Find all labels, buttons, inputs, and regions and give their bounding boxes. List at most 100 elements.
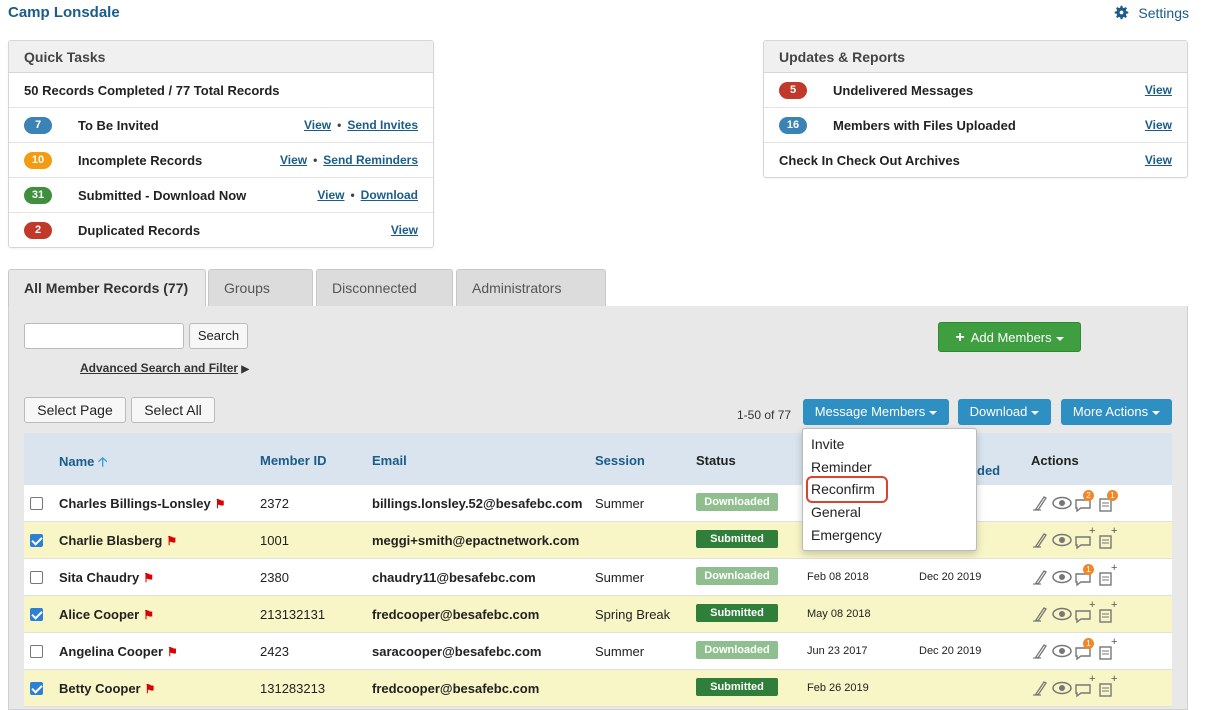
member-name[interactable]: Charles Billings-Lonsley <box>59 496 211 511</box>
view-link[interactable]: View <box>280 153 307 167</box>
download-label[interactable]: Download <box>970 404 1028 419</box>
send-reminders-link[interactable]: Send Reminders <box>323 153 418 167</box>
edit-icon[interactable] <box>1032 494 1050 515</box>
note-icon[interactable]: + <box>1098 562 1118 590</box>
caret-down-icon <box>929 410 938 415</box>
col-status-header[interactable]: Status <box>696 453 736 468</box>
table-row[interactable]: Alice Cooper ⚑ 213132131 fredcooper@besafeb… <box>24 596 1172 633</box>
row-checkbox[interactable] <box>30 645 43 658</box>
edit-icon[interactable] <box>1032 605 1050 626</box>
note-icon[interactable]: + <box>1098 636 1118 664</box>
row-checkbox[interactable] <box>30 608 43 621</box>
message-members-button[interactable]: Message Members <box>803 399 949 425</box>
edit-icon[interactable] <box>1032 531 1050 552</box>
member-name-cell[interactable]: Sita Chaudry ⚑ <box>59 570 154 585</box>
table-row[interactable]: Angelina Cooper ⚑ 2423 saracooper@besafebc.… <box>24 633 1172 670</box>
table-row[interactable]: Charlie Blasberg ⚑ 1001 meggi+smith@epactne… <box>24 522 1172 559</box>
eye-icon[interactable] <box>1052 605 1072 626</box>
search-input[interactable] <box>24 323 184 349</box>
note-icon[interactable]: + <box>1098 599 1118 627</box>
message-icon[interactable]: + <box>1074 599 1096 627</box>
member-email: chaudry11@besafebc.com <box>372 570 536 585</box>
menu-item-reconfirm[interactable]: Reconfirm <box>811 481 875 497</box>
status-badge: Downloaded <box>696 493 778 511</box>
table-row[interactable]: Sita Chaudry ⚑ 2380 chaudry11@besafebc.com S… <box>24 559 1172 596</box>
member-name-cell[interactable]: Charlie Blasberg ⚑ <box>59 533 177 548</box>
member-name-cell[interactable]: Charles Billings-Lonsley ⚑ <box>59 496 225 511</box>
menu-item-emergency[interactable]: Emergency <box>811 527 882 543</box>
eye-icon[interactable] <box>1052 568 1072 589</box>
col-name-header[interactable]: Name 🡡 <box>59 453 107 475</box>
view-link[interactable]: View <box>1145 118 1172 132</box>
member-name[interactable]: Sita Chaudry <box>59 570 139 585</box>
tab-groups[interactable]: Groups (15) <box>208 269 313 333</box>
note-icon[interactable]: + <box>1098 673 1118 701</box>
eye-icon[interactable] <box>1052 494 1072 515</box>
tab-administrators[interactable]: Administrators (19) <box>456 269 606 333</box>
view-link[interactable]: View <box>1145 83 1172 97</box>
eye-icon[interactable] <box>1052 531 1072 552</box>
view-link[interactable]: View <box>304 118 331 132</box>
search-button[interactable]: Search <box>189 323 248 349</box>
menu-item-general[interactable]: General <box>811 504 861 520</box>
note-icon[interactable]: 1 <box>1098 490 1118 516</box>
table-row[interactable]: Betty Cooper ⚑ 131283213 fredcooper@besafeb… <box>24 670 1172 707</box>
tab-disconnected[interactable]: Disconnected (5) <box>316 269 453 333</box>
col-email-header[interactable]: Email <box>372 453 407 468</box>
member-name-cell[interactable]: Angelina Cooper ⚑ <box>59 644 178 659</box>
add-members-button[interactable]: + Add Members <box>938 322 1081 352</box>
download-button[interactable]: Download <box>958 399 1051 425</box>
row-actions: + + <box>1032 599 1118 627</box>
menu-item-reminder[interactable]: Reminder <box>811 459 872 475</box>
message-icon[interactable]: + <box>1074 673 1096 701</box>
message-icon[interactable]: 1 <box>1074 564 1096 590</box>
more-actions-button[interactable]: More Actions <box>1061 399 1172 425</box>
add-members-label[interactable]: Add Members <box>971 330 1052 345</box>
col-partial-header[interactable]: ded <box>977 463 1000 478</box>
view-link[interactable]: View <box>1145 153 1172 167</box>
flag-icon: ⚑ <box>166 534 178 548</box>
select-page-button[interactable]: Select Page <box>24 397 126 423</box>
quick-tasks-panel: Quick Tasks 50 Records Completed / 77 To… <box>8 40 434 248</box>
download-link[interactable]: Download <box>361 188 418 202</box>
row-checkbox[interactable] <box>30 534 43 547</box>
view-link[interactable]: View <box>317 188 344 202</box>
view-link[interactable]: View <box>391 223 418 237</box>
col-name-label[interactable]: Name <box>59 454 94 469</box>
settings-label[interactable]: Settings <box>1138 5 1189 21</box>
edit-icon[interactable] <box>1032 568 1050 589</box>
message-members-label[interactable]: Message Members <box>815 404 926 419</box>
member-name-cell[interactable]: Betty Cooper ⚑ <box>59 681 155 696</box>
plus-icon: + <box>1111 673 1118 685</box>
eye-icon[interactable] <box>1052 642 1072 663</box>
advanced-search-link[interactable]: Advanced Search and Filter ▶ <box>80 361 249 375</box>
row-checkbox[interactable] <box>30 497 43 510</box>
message-icon[interactable]: 2 <box>1074 490 1096 516</box>
settings-link[interactable]: Settings <box>1113 4 1189 21</box>
message-icon[interactable]: 1 <box>1074 638 1096 664</box>
row-checkbox[interactable] <box>30 571 43 584</box>
col-session-header[interactable]: Session <box>595 453 645 468</box>
member-name[interactable]: Charlie Blasberg <box>59 533 162 548</box>
row-actions: 21 <box>1032 490 1118 516</box>
tab-all-member-records[interactable]: All Member Records (77) <box>8 269 206 307</box>
member-name-cell[interactable]: Alice Cooper ⚑ <box>59 607 154 622</box>
member-name[interactable]: Alice Cooper <box>59 607 139 622</box>
edit-icon[interactable] <box>1032 679 1050 700</box>
member-name[interactable]: Betty Cooper <box>59 681 141 696</box>
eye-icon[interactable] <box>1052 679 1072 700</box>
advanced-search-label[interactable]: Advanced Search and Filter <box>80 361 238 375</box>
row-actions: + + <box>1032 673 1118 701</box>
send-invites-link[interactable]: Send Invites <box>347 118 418 132</box>
table-row[interactable]: Charles Billings-Lonsley ⚑ 2372 billings.lo… <box>24 485 1172 522</box>
select-all-button[interactable]: Select All <box>131 397 215 423</box>
message-icon[interactable]: + <box>1074 525 1096 553</box>
edit-icon[interactable] <box>1032 642 1050 663</box>
status-badge: Submitted <box>696 604 778 622</box>
note-icon[interactable]: + <box>1098 525 1118 553</box>
col-member-id-header[interactable]: Member ID <box>260 453 326 468</box>
more-actions-label[interactable]: More Actions <box>1073 404 1148 419</box>
member-name[interactable]: Angelina Cooper <box>59 644 163 659</box>
menu-item-invite[interactable]: Invite <box>811 436 844 452</box>
row-checkbox[interactable] <box>30 682 43 695</box>
